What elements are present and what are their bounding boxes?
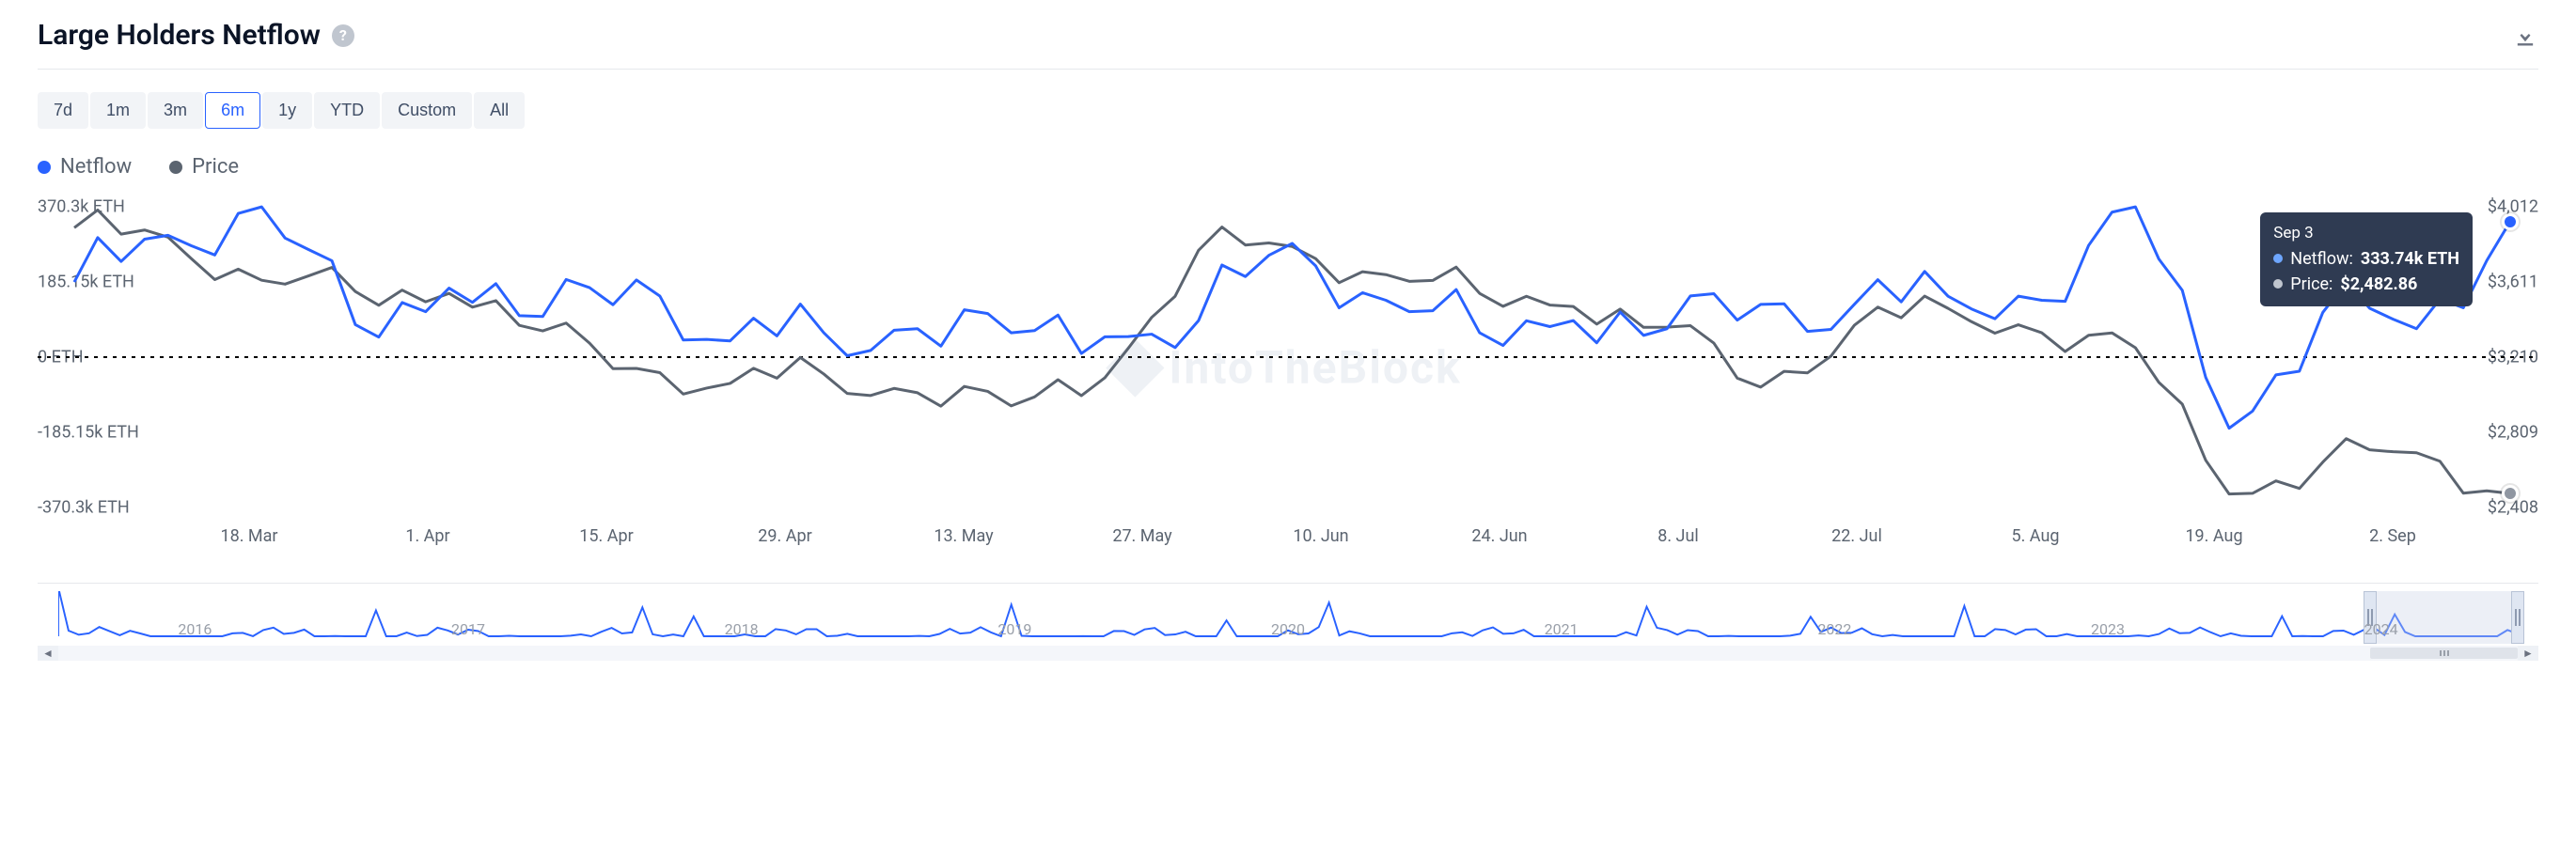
navigator-year: 2023 <box>2091 620 2125 638</box>
x-tick: 1. Apr <box>405 526 449 546</box>
x-tick: 13. May <box>934 526 993 546</box>
navigator-year: 2017 <box>451 620 485 638</box>
x-tick: 18. Mar <box>220 526 277 546</box>
page-title: Large Holders Netflow <box>38 19 321 52</box>
navigator-year: 2018 <box>725 620 759 638</box>
range-1m[interactable]: 1m <box>90 92 146 129</box>
range-custom[interactable]: Custom <box>382 92 472 129</box>
range-selector: 7d1m3m6m1yYTDCustomAll <box>38 92 2538 129</box>
navigator-year: 2024 <box>2364 620 2398 638</box>
dot-icon <box>38 161 51 174</box>
navigator-year: 2016 <box>178 620 212 638</box>
x-tick: 19. Aug <box>2185 526 2242 546</box>
scroll-right-icon[interactable]: ► <box>2518 646 2538 661</box>
navigator-year: 2021 <box>1545 620 1579 638</box>
help-icon[interactable]: ? <box>332 24 354 47</box>
x-tick: 22. Jul <box>1831 526 1882 546</box>
navigator-year: 2019 <box>997 620 1031 638</box>
x-tick: 10. Jun <box>1293 526 1348 546</box>
main-chart[interactable]: IntoTheBlock 370.3k ETH185.15k ETH0 ETH-… <box>38 207 2538 564</box>
range-1y[interactable]: 1y <box>262 92 312 129</box>
x-tick: 24. Jun <box>1471 526 1527 546</box>
range-all[interactable]: All <box>474 92 525 129</box>
x-tick: 27. May <box>1112 526 1171 546</box>
range-3m[interactable]: 3m <box>148 92 203 129</box>
plot-area[interactable]: Sep 3 Netflow: 333.74k ETH Price: $2,482… <box>38 207 2538 508</box>
x-axis: 18. Mar 1. Apr 15. Apr 29. Apr 13. May 27. Ma… <box>38 517 2538 564</box>
scroll-left-icon[interactable]: ◄ <box>38 646 58 661</box>
range-ytd[interactable]: YTD <box>314 92 380 129</box>
range-6m[interactable]: 6m <box>205 92 260 129</box>
legend-label: Price <box>192 155 239 179</box>
x-tick: 5. Aug <box>2011 526 2059 546</box>
chart-navigator[interactable]: 2016 2017 2018 2019 2020 2021 2022 2023 2024 ◄ ► <box>38 583 2538 658</box>
navigator-handle-right[interactable] <box>2511 591 2524 644</box>
navigator-year: 2022 <box>1817 620 1851 638</box>
x-tick: 15. Apr <box>579 526 633 546</box>
endpoint-price <box>2502 485 2519 502</box>
x-tick: 2. Sep <box>2369 526 2416 546</box>
endpoint-netflow <box>2502 213 2519 230</box>
scroll-thumb[interactable] <box>2370 648 2518 659</box>
download-icon[interactable] <box>2512 23 2538 49</box>
x-tick: 8. Jul <box>1657 526 1699 546</box>
dot-icon <box>169 161 182 174</box>
legend-item-netflow[interactable]: Netflow <box>38 155 132 179</box>
x-tick: 29. Apr <box>758 526 811 546</box>
navigator-year: 2020 <box>1271 620 1305 638</box>
legend-item-price[interactable]: Price <box>169 155 239 179</box>
chart-legend: Netflow Price <box>38 155 2538 179</box>
legend-label: Netflow <box>60 155 132 179</box>
range-7d[interactable]: 7d <box>38 92 88 129</box>
scroll-track[interactable] <box>58 646 2518 661</box>
